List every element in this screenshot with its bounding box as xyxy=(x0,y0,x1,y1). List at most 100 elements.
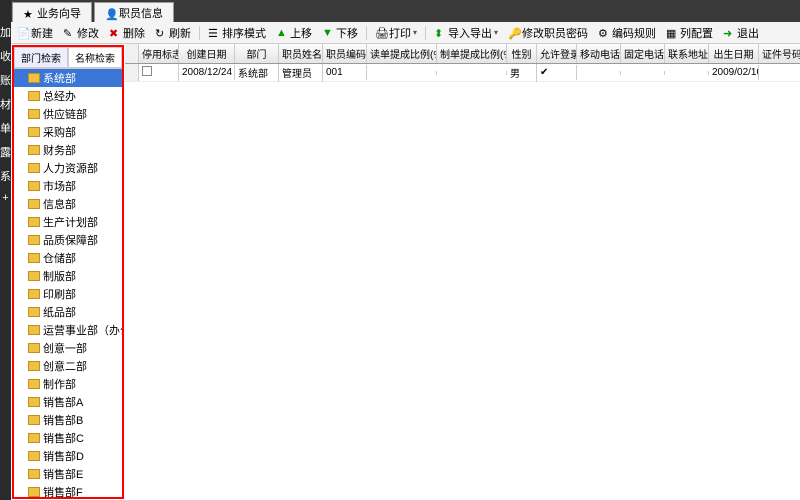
tree-item[interactable]: 财务部 xyxy=(14,141,122,159)
tree-item-label: 运营事业部（办公室） xyxy=(43,322,122,338)
rail-item[interactable]: 加 xyxy=(0,20,11,44)
codegen-button[interactable]: ⚙编码规则 xyxy=(596,24,658,42)
cell-idno[interactable] xyxy=(759,71,800,75)
sort-button[interactable]: ☰排序模式 xyxy=(206,24,268,42)
window-tab[interactable]: 👤职员信息 xyxy=(94,2,174,22)
cell-stop[interactable] xyxy=(139,64,179,81)
column-header[interactable]: 证件号码 xyxy=(759,44,800,63)
tree-item-label: 仓储部 xyxy=(43,250,76,266)
tree-item-label: 创意一部 xyxy=(43,340,87,356)
dept-tree[interactable]: 系统部总经办供应链部采购部财务部人力资源部市场部信息部生产计划部品质保障部仓储部… xyxy=(14,69,122,497)
pwd-button[interactable]: 🔑修改职员密码 xyxy=(506,24,590,42)
column-header[interactable]: 移动电话 xyxy=(577,44,621,63)
tree-item[interactable]: 销售部D xyxy=(14,447,122,465)
dropdown-icon: ▾ xyxy=(494,28,498,37)
column-header[interactable]: 固定电话 xyxy=(621,44,665,63)
table-row[interactable]: 2008/12/24系统部管理员001男✔2009/02/10kk xyxy=(125,64,800,82)
tree-item[interactable]: 信息部 xyxy=(14,195,122,213)
impexp-button[interactable]: ⬍导入导出▾ xyxy=(432,24,500,42)
refresh-button[interactable]: ↻刷新 xyxy=(153,24,193,42)
column-header[interactable]: 职员编码 xyxy=(323,44,367,63)
tree-item[interactable]: 印刷部 xyxy=(14,285,122,303)
key-icon: 🔑 xyxy=(508,27,520,39)
tree-item[interactable]: 系统部 xyxy=(14,69,122,87)
exit-button[interactable]: ➜退出 xyxy=(721,24,761,42)
tree-item[interactable]: 仓储部 xyxy=(14,249,122,267)
tree-item[interactable]: 采购部 xyxy=(14,123,122,141)
cell-code[interactable]: 001 xyxy=(323,65,367,80)
column-header[interactable]: 部门 xyxy=(235,44,279,63)
rail-item[interactable]: 材 xyxy=(0,92,11,116)
cell-pct1[interactable] xyxy=(367,71,437,75)
sort-label: 排序模式 xyxy=(222,25,266,41)
tree-item[interactable]: 销售部E xyxy=(14,465,122,483)
column-header[interactable]: 职员姓名 xyxy=(279,44,323,63)
tree-item[interactable]: 销售部F xyxy=(14,483,122,497)
new-button[interactable]: 📄新建 xyxy=(15,24,55,42)
row-handle[interactable] xyxy=(125,64,139,81)
tree-item[interactable]: 销售部C xyxy=(14,429,122,447)
tree-item[interactable]: 运营事业部（办公室） xyxy=(14,321,122,339)
rail-item[interactable]: + xyxy=(2,188,8,208)
tree-item[interactable]: 总经办 xyxy=(14,87,122,105)
moveup-button[interactable]: ▲上移 xyxy=(274,24,314,42)
cell-login[interactable]: ✔ xyxy=(537,65,577,80)
folder-icon xyxy=(28,307,40,317)
print-label: 打印 xyxy=(389,25,411,41)
layout-button[interactable]: ▦列配置 xyxy=(664,24,715,42)
rail-item[interactable]: 露 xyxy=(0,140,11,164)
tree-item[interactable]: 品质保障部 xyxy=(14,231,122,249)
rail-item[interactable]: 系 xyxy=(0,164,11,188)
folder-icon xyxy=(28,397,40,407)
tree-item[interactable]: 销售部B xyxy=(14,411,122,429)
cell-name[interactable]: 管理员 xyxy=(279,64,323,82)
tree-item[interactable]: 供应链部 xyxy=(14,105,122,123)
column-header[interactable]: 读单提成比例(%) xyxy=(367,44,437,63)
cell-cdate[interactable]: 2008/12/24 xyxy=(179,65,235,80)
column-header[interactable]: 创建日期 xyxy=(179,44,235,63)
rail-item[interactable]: 账 xyxy=(0,68,11,92)
cell-dept[interactable]: 系统部 xyxy=(235,64,279,82)
edit-icon: ✎ xyxy=(63,27,75,39)
tree-item-label: 销售部E xyxy=(43,466,83,482)
star-icon: ★ xyxy=(23,8,33,18)
window-tab[interactable]: ★业务向导 xyxy=(12,2,92,22)
cell-mob[interactable] xyxy=(577,71,621,75)
tree-item[interactable]: 生产计划部 xyxy=(14,213,122,231)
checkbox[interactable] xyxy=(142,66,152,76)
column-header[interactable]: 制单提成比例(%) xyxy=(437,44,507,63)
column-header[interactable]: 联系地址 xyxy=(665,44,709,63)
rail-item[interactable]: 单 xyxy=(0,116,11,140)
column-header[interactable]: 停用标志 xyxy=(139,44,179,63)
tree-item[interactable]: 人力资源部 xyxy=(14,159,122,177)
left-rail: 加收账材单露系+ xyxy=(0,0,11,500)
column-header[interactable]: 出生日期 xyxy=(709,44,759,63)
tree-item[interactable]: 销售部A xyxy=(14,393,122,411)
tree-item[interactable]: 创意二部 xyxy=(14,357,122,375)
refresh-icon: ↻ xyxy=(155,27,167,39)
movedown-button[interactable]: ▼下移 xyxy=(320,24,360,42)
print-button[interactable]: 🖨打印▾ xyxy=(373,24,419,42)
delete-button[interactable]: ✖删除 xyxy=(107,24,147,42)
cell-pct2[interactable] xyxy=(437,71,507,75)
grid-body[interactable]: 2008/12/24系统部管理员001男✔2009/02/10kk xyxy=(125,64,800,500)
folder-icon xyxy=(28,289,40,299)
tree-item[interactable]: 制作部 xyxy=(14,375,122,393)
tree-item-label: 市场部 xyxy=(43,178,76,194)
column-header[interactable]: 性别 xyxy=(507,44,537,63)
edit-button[interactable]: ✎修改 xyxy=(61,24,101,42)
sidebar-tab-dept[interactable]: 部门检索 xyxy=(14,47,68,68)
tree-item[interactable]: 制版部 xyxy=(14,267,122,285)
column-header[interactable]: 允许登录 xyxy=(537,44,577,63)
new-icon: 📄 xyxy=(17,27,29,39)
cell-sex[interactable]: 男 xyxy=(507,64,537,82)
cell-tel[interactable] xyxy=(621,71,665,75)
tree-item[interactable]: 市场部 xyxy=(14,177,122,195)
tree-item-label: 采购部 xyxy=(43,124,76,140)
cell-bdate[interactable]: 2009/02/10 xyxy=(709,65,759,80)
tree-item[interactable]: 创意一部 xyxy=(14,339,122,357)
cell-addr[interactable] xyxy=(665,71,709,75)
rail-item[interactable]: 收 xyxy=(0,44,11,68)
tree-item[interactable]: 纸品部 xyxy=(14,303,122,321)
sidebar-tab-name[interactable]: 名称检索 xyxy=(68,47,122,68)
